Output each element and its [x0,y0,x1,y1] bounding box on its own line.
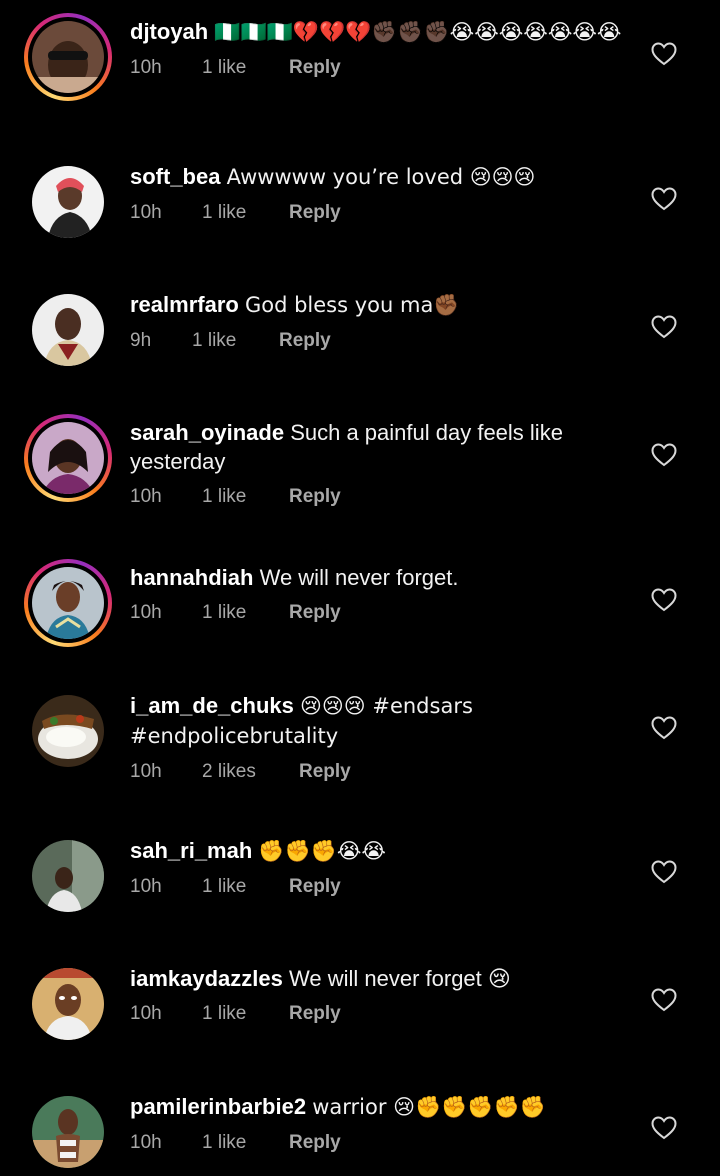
avatar-story-ring[interactable] [24,559,112,647]
comment-time: 10h [130,202,162,223]
avatar[interactable] [24,1088,112,1176]
comment-time: 10h [130,57,162,78]
comment-time: 9h [130,330,152,351]
reply-button[interactable]: Reply [289,486,341,508]
comment-likes[interactable]: 2 likes [202,761,299,783]
avatar-story-ring[interactable] [24,414,112,502]
comment-likes[interactable]: 1 like [202,57,289,79]
comment-time: 10h [130,876,162,897]
heart-outline-icon[interactable] [651,443,677,467]
comment-username[interactable]: i_am_de_chuks [130,693,294,718]
comment-likes[interactable]: 1 like [192,330,279,352]
heart-outline-icon[interactable] [651,716,677,740]
comment-likes[interactable]: 1 like [202,602,289,624]
comment-username[interactable]: djtoyah [130,19,208,44]
avatar[interactable] [24,687,112,775]
comment-likes[interactable]: 1 like [202,202,289,224]
avatar[interactable] [24,158,112,246]
comment-meta: 9h 1 like Reply [130,330,630,352]
comment-text: We will never forget. [259,565,459,590]
comment-likes[interactable]: 1 like [202,1132,289,1154]
comment-meta: 10h 1 like Reply [130,1003,630,1025]
avatar[interactable] [24,832,112,920]
avatar [32,21,104,93]
comment-text: 🇳🇬🇳🇬🇳🇬💔💔💔✊🏿✊🏿✊🏿😭😭😭😭😭😭😭 [214,20,622,44]
comment-text: Awwwww you’re loved 😢😢😢 [226,165,536,189]
comment-meta: 10h 1 like Reply [130,876,630,898]
reply-button[interactable]: Reply [279,330,331,352]
comment-text: ✊✊✊😭😭 [258,839,386,863]
comment-username[interactable]: sarah_oyinade [130,420,284,445]
comment-username[interactable]: iamkaydazzles [130,966,283,991]
reply-button[interactable]: Reply [289,1003,341,1025]
comment-username[interactable]: pamilerinbarbie2 [130,1094,306,1119]
comment-meta: 10h 1 like Reply [130,1132,630,1154]
comment-likes[interactable]: 1 like [202,1003,289,1025]
reply-button[interactable]: Reply [289,57,341,79]
comment-time: 10h [130,486,162,507]
comment-time: 10h [130,1003,162,1024]
comment-username[interactable]: realmrfaro [130,292,239,317]
comment-likes[interactable]: 1 like [202,876,289,898]
comment-meta: 10h 1 like Reply [130,202,630,224]
reply-button[interactable]: Reply [299,761,351,783]
reply-button[interactable]: Reply [289,1132,341,1154]
heart-outline-icon[interactable] [651,315,677,339]
comment-text: God bless you ma✊🏾 [244,293,460,317]
comment-time: 10h [130,1132,162,1153]
heart-outline-icon[interactable] [651,860,677,884]
comment-username[interactable]: sah_ri_mah [130,838,252,863]
comment-text: warrior 😢✊✊✊✊✊ [312,1095,546,1119]
avatar[interactable] [24,960,112,1048]
comment-likes[interactable]: 1 like [202,486,289,508]
comment-username[interactable]: soft_bea [130,164,220,189]
avatar[interactable] [24,286,112,374]
avatar [32,567,104,639]
comment-meta: 10h 1 like Reply [130,602,630,624]
reply-button[interactable]: Reply [289,876,341,898]
comment-time: 10h [130,761,162,782]
heart-outline-icon[interactable] [651,42,677,66]
reply-button[interactable]: Reply [289,202,341,224]
comment-meta: 10h 1 like Reply [130,57,630,79]
heart-outline-icon[interactable] [651,187,677,211]
comment-username[interactable]: hannahdiah [130,565,253,590]
comment-meta: 10h 2 likes Reply [130,761,630,783]
reply-button[interactable]: Reply [289,602,341,624]
avatar [32,422,104,494]
comment-meta: 10h 1 like Reply [130,486,630,508]
heart-outline-icon[interactable] [651,988,677,1012]
heart-outline-icon[interactable] [651,588,677,612]
comment-time: 10h [130,602,162,623]
avatar-story-ring[interactable] [24,13,112,101]
heart-outline-icon[interactable] [651,1116,677,1140]
comment-text: We will never forget 😢 [289,966,511,991]
